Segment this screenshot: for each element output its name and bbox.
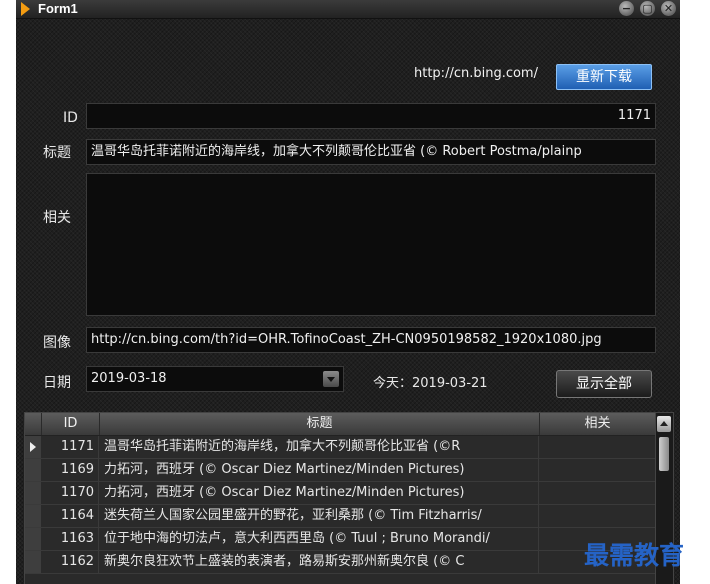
date-value: 2019-03-18 [91,371,167,386]
table-row[interactable]: 1162 新奥尔良狂欢节上盛装的表演者，路易斯安那州新奥尔良 (© C [25,551,655,574]
date-picker[interactable]: 2019-03-18 [86,366,344,392]
image-label: 图像 [43,335,71,351]
title-label: 标题 [43,145,71,161]
table-row[interactable]: 1169 力拓河，西班牙 (© Oscar Diez Martinez/Mind… [25,459,655,482]
cell-title: 力拓河，西班牙 (© Oscar Diez Martinez/Minden Pi… [100,482,539,504]
cell-title: 温哥华岛托菲诺附近的海岸线，加拿大不列颠哥伦比亚省 (©R [100,436,539,458]
row-selector[interactable] [25,505,42,527]
show-all-button[interactable]: 显示全部 [556,370,652,398]
row-selector[interactable] [25,482,42,504]
today-text: 今天：2019-03-21 [373,376,488,391]
row-selector-icon[interactable] [25,436,42,458]
id-field[interactable]: 1171 [86,103,656,129]
table-row[interactable]: 1163 位于地中海的切法卢，意大利西西里岛 (© Tuul ; Bruno M… [25,528,655,551]
table-row[interactable]: 1164 迷失荷兰人国家公园里盛开的野花，亚利桑那 (© Tim Fitzhar… [25,505,655,528]
grid-header: ID 标题 相关 [25,413,656,436]
title-field[interactable]: 温哥华岛托菲诺附近的海岸线，加拿大不列颠哥伦比亚省 (© Robert Post… [86,139,656,165]
related-label: 相关 [43,210,71,226]
table-row[interactable]: 1171 温哥华岛托菲诺附近的海岸线，加拿大不列颠哥伦比亚省 (©R [25,436,655,459]
source-url: http://cn.bing.com/ [414,66,538,81]
cell-id: 1170 [42,482,99,504]
cell-related [540,459,655,481]
scroll-thumb[interactable] [659,437,669,471]
row-selector[interactable] [25,528,42,550]
cell-title: 力拓河，西班牙 (© Oscar Diez Martinez/Minden Pi… [100,459,539,481]
row-selector[interactable] [25,459,42,481]
chevron-down-icon[interactable] [323,371,339,387]
image-url-field[interactable]: http://cn.bing.com/th?id=OHR.TofinoCoast… [86,327,656,353]
cell-title: 迷失荷兰人国家公园里盛开的野花，亚利桑那 (© Tim Fitzharris/ [100,505,539,527]
date-label: 日期 [43,375,71,391]
id-label: ID [63,110,78,126]
close-icon[interactable]: ✕ [661,1,676,16]
watermark-text: 最需教育 [584,541,685,570]
related-textarea[interactable] [86,173,656,316]
column-header-title[interactable]: 标题 [100,413,540,435]
main-window: Form1 − ▢ ✕ http://cn.bing.com/ 重新下载 ID … [16,0,680,584]
cell-related [540,505,655,527]
redownload-button[interactable]: 重新下载 [556,64,652,90]
table-row[interactable]: 1170 力拓河，西班牙 (© Oscar Diez Martinez/Mind… [25,482,655,505]
app-logo-icon [21,2,30,16]
header-corner [25,413,42,435]
cell-title: 位于地中海的切法卢，意大利西西里岛 (© Tuul ; Bruno Morand… [100,528,539,550]
cell-id: 1169 [42,459,99,481]
cell-id: 1163 [42,528,99,550]
cell-related [540,436,655,458]
window-title: Form1 [38,1,78,16]
cell-id: 1162 [42,551,99,573]
cell-title: 新奥尔良狂欢节上盛装的表演者，路易斯安那州新奥尔良 (© C [100,551,539,573]
maximize-icon[interactable]: ▢ [640,1,655,16]
data-grid[interactable]: ID 标题 相关 1171 温哥华岛托菲诺附近的海岸线，加拿大不列颠哥伦比亚省 … [24,412,674,584]
cell-related [540,482,655,504]
column-header-id[interactable]: ID [42,413,100,435]
minimize-icon[interactable]: − [619,1,634,16]
scroll-up-icon[interactable] [657,416,671,432]
title-bar[interactable]: Form1 − ▢ ✕ [16,0,680,19]
cell-id: 1164 [42,505,99,527]
column-header-related[interactable]: 相关 [540,413,656,435]
cell-id: 1171 [42,436,99,458]
row-selector[interactable] [25,551,42,573]
